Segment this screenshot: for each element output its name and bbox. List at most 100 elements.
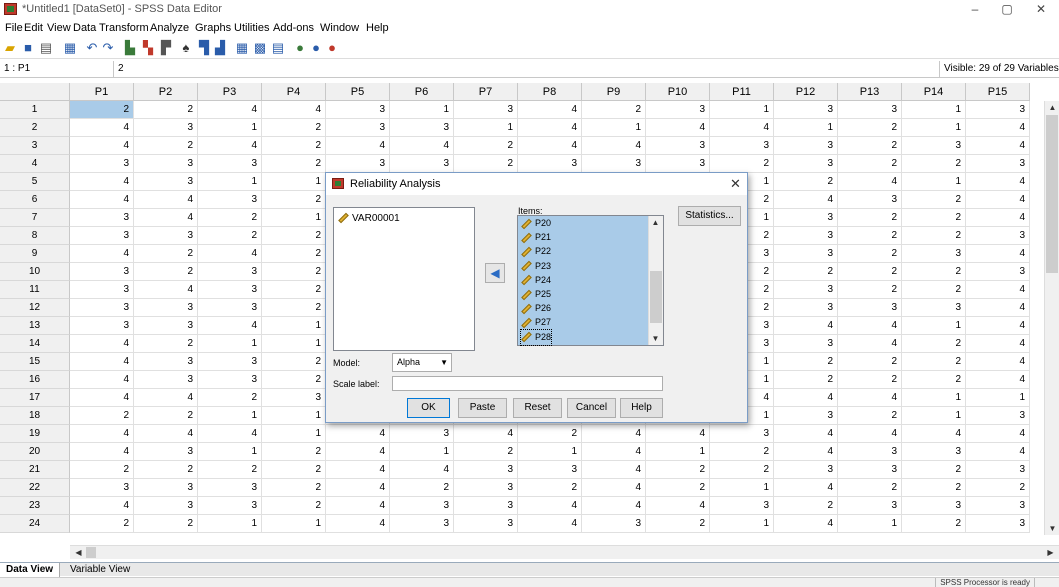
table-cell[interactable]: 2 bbox=[262, 479, 326, 497]
vertical-scroll-thumb[interactable] bbox=[1046, 115, 1058, 273]
table-cell[interactable]: 2 bbox=[134, 101, 198, 119]
items-scrollbar[interactable]: ▲ ▼ bbox=[648, 216, 663, 345]
table-cell[interactable]: 4 bbox=[774, 443, 838, 461]
table-cell[interactable]: 2 bbox=[646, 461, 710, 479]
table-cell[interactable]: 1 bbox=[262, 173, 326, 191]
row-header[interactable]: 8 bbox=[0, 227, 70, 245]
table-cell[interactable]: 3 bbox=[134, 371, 198, 389]
row-header[interactable]: 20 bbox=[0, 443, 70, 461]
table-cell[interactable]: 4 bbox=[582, 425, 646, 443]
table-cell[interactable]: 2 bbox=[774, 173, 838, 191]
table-cell[interactable]: 1 bbox=[710, 515, 774, 533]
table-cell[interactable]: 1 bbox=[454, 119, 518, 137]
list-item[interactable]: P24 bbox=[521, 273, 551, 288]
table-cell[interactable]: 3 bbox=[966, 407, 1030, 425]
scroll-right-icon[interactable]: ▶ bbox=[1044, 546, 1057, 559]
table-cell[interactable]: 4 bbox=[70, 497, 134, 515]
row-header[interactable]: 1 bbox=[0, 101, 70, 119]
table-cell[interactable]: 4 bbox=[966, 281, 1030, 299]
table-cell[interactable]: 3 bbox=[198, 497, 262, 515]
scroll-left-icon[interactable]: ◀ bbox=[72, 546, 85, 559]
insert-variable-icon[interactable]: ▟ bbox=[212, 40, 228, 55]
table-cell[interactable]: 2 bbox=[902, 209, 966, 227]
row-header[interactable]: 4 bbox=[0, 155, 70, 173]
table-cell[interactable]: 4 bbox=[774, 479, 838, 497]
table-cell[interactable]: 3 bbox=[70, 317, 134, 335]
table-cell[interactable]: 2 bbox=[838, 371, 902, 389]
ok-button[interactable]: OK bbox=[407, 398, 450, 418]
use-sets-icon[interactable]: ● bbox=[308, 40, 324, 55]
table-cell[interactable]: 1 bbox=[710, 479, 774, 497]
table-cell[interactable]: 3 bbox=[966, 155, 1030, 173]
table-cell[interactable]: 4 bbox=[390, 461, 454, 479]
table-cell[interactable]: 4 bbox=[710, 119, 774, 137]
column-header[interactable]: P8 bbox=[518, 83, 582, 101]
table-cell[interactable]: 3 bbox=[774, 461, 838, 479]
table-cell[interactable]: 1 bbox=[966, 389, 1030, 407]
table-cell[interactable]: 3 bbox=[70, 479, 134, 497]
items-scroll-down-icon[interactable]: ▼ bbox=[649, 332, 662, 345]
list-item[interactable]: P27 bbox=[521, 315, 551, 330]
table-cell[interactable]: 2 bbox=[838, 407, 902, 425]
table-cell[interactable]: 3 bbox=[198, 371, 262, 389]
table-cell[interactable]: 1 bbox=[902, 119, 966, 137]
list-item[interactable]: P20 bbox=[521, 216, 551, 231]
menu-transform[interactable]: Transform bbox=[99, 22, 149, 34]
table-cell[interactable]: 3 bbox=[774, 299, 838, 317]
table-cell[interactable]: 4 bbox=[646, 119, 710, 137]
table-cell[interactable]: 3 bbox=[838, 101, 902, 119]
maximize-icon[interactable]: ▢ bbox=[992, 1, 1022, 18]
table-cell[interactable]: 4 bbox=[582, 479, 646, 497]
split-file-icon[interactable]: ▦ bbox=[234, 40, 250, 55]
table-cell[interactable]: 1 bbox=[262, 335, 326, 353]
table-cell[interactable]: 2 bbox=[902, 461, 966, 479]
table-cell[interactable]: 3 bbox=[774, 245, 838, 263]
table-cell[interactable]: 3 bbox=[646, 155, 710, 173]
table-cell[interactable]: 4 bbox=[966, 209, 1030, 227]
table-cell[interactable]: 3 bbox=[134, 353, 198, 371]
table-cell[interactable]: 4 bbox=[518, 119, 582, 137]
table-cell[interactable]: 2 bbox=[902, 335, 966, 353]
table-cell[interactable]: 4 bbox=[646, 425, 710, 443]
column-header[interactable]: P12 bbox=[774, 83, 838, 101]
column-header[interactable]: P10 bbox=[646, 83, 710, 101]
list-item[interactable]: P23 bbox=[521, 259, 551, 274]
tab-data-view[interactable]: Data View bbox=[0, 563, 61, 577]
table-cell[interactable]: 4 bbox=[838, 425, 902, 443]
save-icon[interactable]: ■ bbox=[20, 40, 36, 55]
table-cell[interactable]: 3 bbox=[198, 299, 262, 317]
items-list[interactable]: P20 P21 P22 P23 P24 P25 P26 P27 P28 ▲ ▼ bbox=[517, 215, 664, 346]
table-cell[interactable]: 3 bbox=[838, 299, 902, 317]
table-cell[interactable]: 2 bbox=[134, 407, 198, 425]
table-cell[interactable]: 1 bbox=[838, 515, 902, 533]
table-cell[interactable]: 3 bbox=[774, 101, 838, 119]
table-cell[interactable]: 3 bbox=[838, 191, 902, 209]
list-item[interactable]: P21 bbox=[521, 230, 551, 245]
table-cell[interactable]: 1 bbox=[262, 317, 326, 335]
source-variable-list[interactable]: VAR00001 bbox=[333, 207, 475, 351]
table-cell[interactable]: 3 bbox=[390, 155, 454, 173]
row-header[interactable]: 18 bbox=[0, 407, 70, 425]
list-item[interactable]: P22 bbox=[521, 244, 551, 259]
table-cell[interactable]: 1 bbox=[198, 335, 262, 353]
table-cell[interactable]: 4 bbox=[326, 479, 390, 497]
table-cell[interactable]: 2 bbox=[390, 479, 454, 497]
table-cell[interactable]: 2 bbox=[198, 209, 262, 227]
table-cell[interactable]: 2 bbox=[582, 101, 646, 119]
table-cell[interactable]: 4 bbox=[582, 497, 646, 515]
goto-case-icon[interactable]: ▙ bbox=[122, 40, 138, 55]
table-cell[interactable]: 4 bbox=[838, 173, 902, 191]
row-header[interactable]: 11 bbox=[0, 281, 70, 299]
table-cell[interactable]: 2 bbox=[198, 227, 262, 245]
table-cell[interactable]: 3 bbox=[454, 479, 518, 497]
table-cell[interactable]: 3 bbox=[646, 101, 710, 119]
table-cell[interactable]: 3 bbox=[966, 263, 1030, 281]
table-cell[interactable]: 4 bbox=[646, 497, 710, 515]
row-header[interactable]: 2 bbox=[0, 119, 70, 137]
table-cell[interactable]: 1 bbox=[198, 515, 262, 533]
table-cell[interactable]: 2 bbox=[838, 155, 902, 173]
table-cell[interactable]: 2 bbox=[902, 227, 966, 245]
menu-data[interactable]: Data bbox=[73, 22, 96, 34]
row-header[interactable]: 12 bbox=[0, 299, 70, 317]
table-cell[interactable]: 1 bbox=[902, 317, 966, 335]
